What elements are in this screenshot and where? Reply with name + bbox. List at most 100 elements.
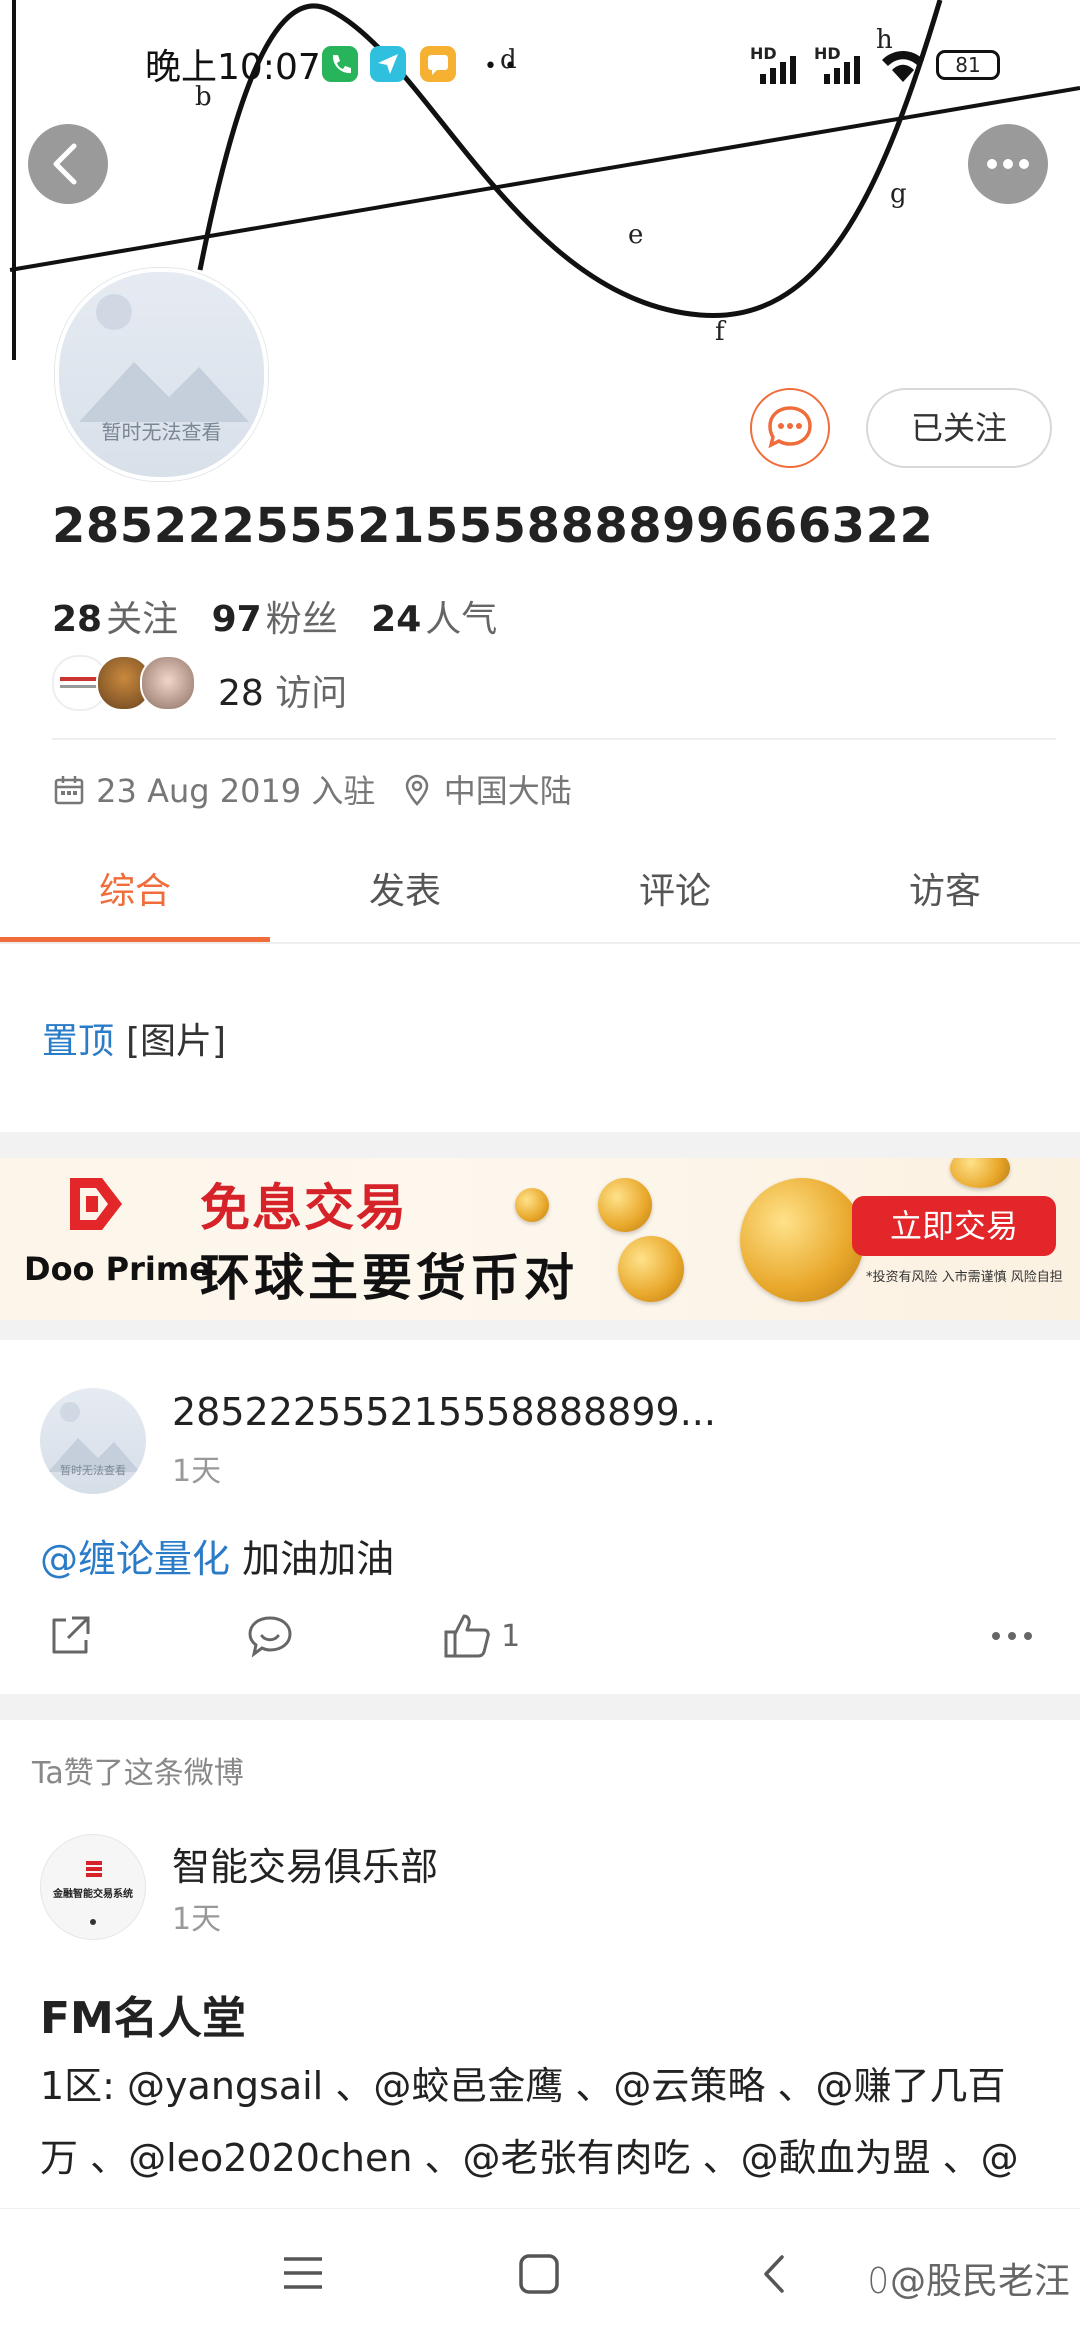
watermark-logo-icon: ꄲ xyxy=(866,2266,890,2301)
location: 中国大陆 xyxy=(443,772,572,810)
post-title[interactable]: FM名人堂 xyxy=(40,1982,246,2046)
ad-brand: Doo Prime xyxy=(24,1250,211,1288)
coin-icon xyxy=(950,1158,1010,1188)
ad-risk-note: *投资有风险 入市需谨慎 风险自担 xyxy=(866,1270,1063,1285)
divider xyxy=(52,738,1056,740)
battery-level: 81 xyxy=(955,53,981,77)
section-gap xyxy=(0,1132,1080,1158)
mention-link[interactable]: @缠论量化 xyxy=(40,1537,230,1581)
signal-icon xyxy=(760,56,796,84)
tab-overview[interactable]: 综合 xyxy=(0,862,270,914)
profile-username: 285222555215558888996663​22 xyxy=(52,498,934,554)
post-more-button[interactable] xyxy=(988,1620,1036,1656)
pinned-post[interactable]: 置顶 [图片] xyxy=(42,1012,226,1064)
post-author-name[interactable]: 285222555215558888899... xyxy=(172,1390,716,1434)
menu-icon xyxy=(284,2257,322,2289)
post-author-avatar[interactable]: 金融智能交易系统 xyxy=(40,1834,146,1940)
post-author-name[interactable]: 智能交易俱乐部 xyxy=(172,1836,438,1891)
chevron-left-icon xyxy=(53,143,77,185)
club-logo-icon xyxy=(86,1861,102,1877)
like-count: 1 xyxy=(501,1618,521,1654)
message-notification-icon xyxy=(420,46,456,82)
share-button[interactable] xyxy=(46,1612,94,1664)
ad-subheadline: 环球主要货币对 xyxy=(200,1249,578,1307)
watermark-text: @股民老汪 xyxy=(889,2261,1070,2302)
recent-apps-button[interactable] xyxy=(282,2253,324,2297)
post-body-text[interactable]: 1区: @yangsail 、@蛟邑金鹰 、@云策略 、@赚了几百万 、@leo… xyxy=(40,2050,1040,2210)
tabs-divider xyxy=(0,942,1080,944)
signal-icon xyxy=(824,56,860,84)
pinned-text: [图片] xyxy=(126,1021,227,1062)
location-notification-icon xyxy=(370,46,406,82)
pinned-tag: 置顶 xyxy=(42,1021,115,1062)
visits-stat: 28 访问 xyxy=(218,664,347,716)
curve-label: g xyxy=(890,179,907,209)
chevron-left-icon xyxy=(764,2255,784,2293)
system-back-button[interactable] xyxy=(760,2253,790,2299)
profile-meta: 23 Aug 2019 入驻 中国大陆 xyxy=(52,766,572,812)
section-gap xyxy=(0,1320,1080,1340)
popularity-stat: 24 人气 xyxy=(371,599,497,640)
share-icon xyxy=(52,1616,90,1654)
ad-headline: 免息交易 xyxy=(200,1179,408,1237)
back-button[interactable] xyxy=(28,124,108,204)
calendar-icon xyxy=(54,776,84,805)
coin-icon xyxy=(598,1178,652,1232)
avatar-placeholder-caption: 暂时无法查看 xyxy=(101,420,222,444)
watermark: ꄲ@股民老汪 xyxy=(867,2252,1070,2304)
fans-count: 97 xyxy=(211,599,262,640)
curve-label: f xyxy=(715,317,727,347)
chat-bubble-icon xyxy=(768,406,812,449)
following-label: 关注 xyxy=(106,599,179,640)
more-horizontal-icon xyxy=(992,1632,1032,1640)
following-button[interactable]: 已关注 xyxy=(866,388,1052,468)
status-bar: 晚上10:07 • • HD HD 81 xyxy=(0,0,1080,120)
curve-label: e xyxy=(628,220,643,250)
image-placeholder-icon xyxy=(79,294,249,422)
home-button[interactable] xyxy=(518,2253,560,2299)
join-date: 23 Aug 2019 入驻 xyxy=(96,772,376,810)
image-placeholder-icon xyxy=(48,1402,140,1472)
profile-avatar[interactable]: 暂时无法查看 xyxy=(55,268,268,481)
ad-trade-now-button[interactable]: 立即交易 xyxy=(852,1196,1056,1256)
avatar-dot xyxy=(90,1919,96,1925)
tab-visitors[interactable]: 访客 xyxy=(810,862,1080,914)
avatar-placeholder-caption: 暂时无法查看 xyxy=(60,1464,126,1477)
profile-stats: 28 关注 97 粉丝 24 人气 xyxy=(52,590,497,642)
wifi-icon xyxy=(882,51,924,82)
post-time: 1天 xyxy=(172,1902,222,1937)
square-home-icon xyxy=(519,2254,559,2294)
location-pin-icon xyxy=(405,774,428,806)
post-body-text: 加油加油 xyxy=(230,1537,395,1581)
fans-stat[interactable]: 97 粉丝 xyxy=(212,599,338,640)
popularity-label: 人气 xyxy=(425,599,498,640)
more-notifications-icon: • • xyxy=(484,54,517,79)
post-text[interactable]: @缠论量化 加油加油 xyxy=(40,1528,394,1583)
phone-notification-icon xyxy=(322,46,358,82)
tab-comments[interactable]: 评论 xyxy=(540,862,810,914)
following-count: 28 xyxy=(52,599,103,640)
post-time: 1天 xyxy=(172,1454,222,1489)
following-stat[interactable]: 28 关注 xyxy=(52,599,178,640)
doo-prime-logo-icon xyxy=(70,1178,122,1230)
status-time: 晚上10:07 xyxy=(145,47,321,88)
club-avatar-text: 金融智能交易系统 xyxy=(53,1889,133,1900)
message-button[interactable] xyxy=(750,388,830,468)
like-button[interactable]: 1 xyxy=(442,1612,520,1660)
section-gap xyxy=(0,1694,1080,1720)
fans-label: 粉丝 xyxy=(265,599,338,640)
more-horizontal-icon xyxy=(987,159,1029,169)
liked-hint: Ta赞了这条微博 xyxy=(32,1756,244,1791)
post-author-avatar[interactable]: 暂时无法查看 xyxy=(40,1388,146,1494)
visits-label: 访问 xyxy=(275,673,348,714)
thumbs-up-icon xyxy=(444,1614,490,1658)
coin-icon xyxy=(618,1236,684,1302)
coin-icon xyxy=(740,1178,864,1302)
battery-icon: 81 xyxy=(936,50,1000,80)
more-options-button[interactable] xyxy=(968,124,1048,204)
tab-posts[interactable]: 发表 xyxy=(270,862,540,914)
visitor-avatar xyxy=(140,655,196,711)
comment-button[interactable] xyxy=(246,1612,294,1664)
visits-count: 28 xyxy=(218,673,264,714)
ad-banner[interactable]: Doo Prime 免息交易 环球主要货币对 立即交易 *投资有风险 入市需谨慎… xyxy=(0,1158,1080,1320)
